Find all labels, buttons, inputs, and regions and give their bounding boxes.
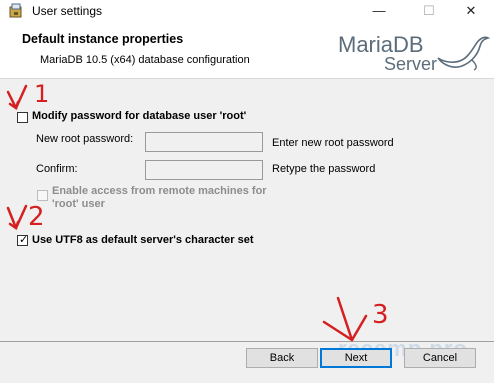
next-button[interactable]: Next bbox=[320, 348, 392, 368]
header-banner: Default instance properties MariaDB 10.5… bbox=[0, 22, 494, 79]
mariadb-logo: MariaDB Server bbox=[330, 26, 494, 78]
utf8-checkbox[interactable]: ✓ bbox=[17, 234, 29, 246]
modify-password-checkbox[interactable] bbox=[17, 112, 28, 123]
cancel-button[interactable]: Cancel bbox=[404, 348, 476, 368]
annotation-number-2: 2 bbox=[28, 202, 45, 232]
confirm-password-hint: Retype the password bbox=[272, 163, 376, 175]
new-root-password-label: New root password: bbox=[36, 133, 134, 145]
annotation-3: 3 bbox=[322, 294, 396, 350]
confirm-password-input[interactable] bbox=[145, 160, 263, 180]
modify-password-label: Modify password for database user 'root' bbox=[32, 110, 247, 122]
logo-text-server: Server bbox=[384, 54, 438, 74]
utf8-label: Use UTF8 as default server's character s… bbox=[32, 234, 254, 246]
maximize-button[interactable]: ☐ bbox=[406, 0, 452, 22]
new-root-password-hint: Enter new root password bbox=[272, 137, 394, 149]
sea-lion-icon bbox=[437, 36, 491, 71]
remote-access-label-line1: Enable access from remote machines for bbox=[52, 185, 267, 197]
annotation-number-3: 3 bbox=[372, 300, 389, 330]
remote-access-label-line2: 'root' user bbox=[52, 198, 105, 210]
minimize-button[interactable]: — bbox=[356, 0, 402, 22]
installer-app-icon bbox=[9, 3, 22, 18]
title-bar: User settings — ☐ ✕ bbox=[0, 0, 494, 22]
annotation-number-1: 1 bbox=[34, 80, 50, 108]
checkmark-icon: ✓ bbox=[19, 234, 29, 246]
back-button[interactable]: Back bbox=[246, 348, 318, 368]
annotation-2: 2 bbox=[2, 200, 52, 236]
new-root-password-input[interactable] bbox=[145, 132, 263, 152]
page-title: Default instance properties bbox=[22, 32, 184, 46]
confirm-password-label: Confirm: bbox=[36, 163, 78, 175]
page-subtitle: MariaDB 10.5 (x64) database configuratio… bbox=[40, 54, 250, 66]
window-title: User settings bbox=[32, 4, 103, 18]
close-button[interactable]: ✕ bbox=[448, 0, 494, 22]
